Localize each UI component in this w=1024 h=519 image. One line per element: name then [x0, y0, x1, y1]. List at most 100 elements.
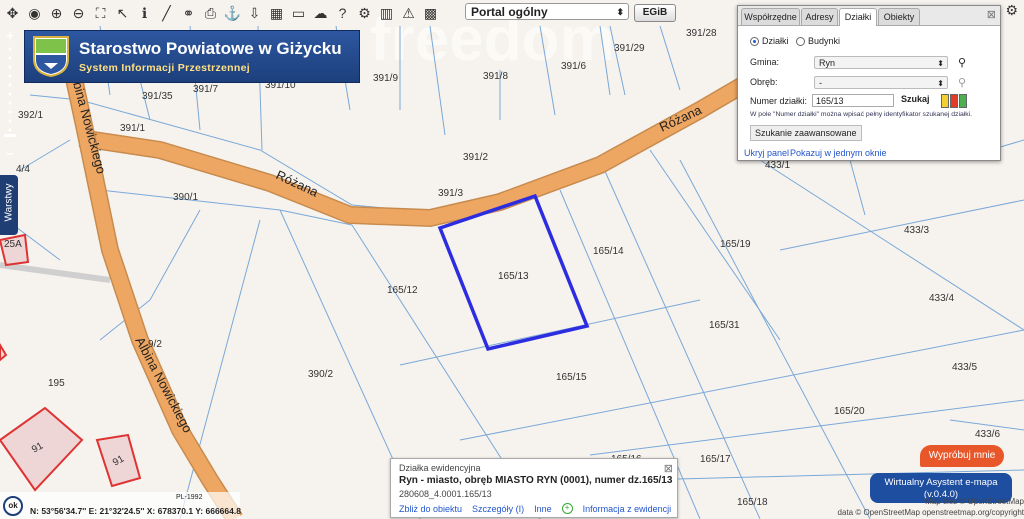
radio-budynki[interactable]: Budynki: [796, 36, 840, 46]
download-icon[interactable]: ⇩: [244, 2, 265, 24]
parcel-label: 165/20: [834, 406, 865, 417]
attribution-line2[interactable]: data © OpenStreetMap openstreetmap.org/c…: [836, 507, 1024, 518]
zoom-to-object-link[interactable]: Zbliż do obiektu: [399, 504, 462, 514]
zoom-out-icon[interactable]: ⊖: [68, 2, 89, 24]
tab-adresy[interactable]: Adresy: [801, 8, 838, 25]
info-main-text: Ryn - miasto, obręb MIASTO RYN (0001), n…: [399, 475, 673, 486]
info-title: Działka ewidencyjna: [399, 463, 481, 473]
zoom-minus-icon[interactable]: −: [2, 146, 18, 161]
gmina-select[interactable]: Ryn ⬍: [814, 56, 948, 69]
info-popup: ⊠ Działka ewidencyjna Ryn - miasto, obrę…: [390, 458, 678, 518]
coordinate-bar: ok PL-1992 N: 53°56'34.7'' E: 21°32'24.5…: [0, 492, 241, 519]
tab-obiekty[interactable]: Obiekty: [878, 8, 920, 25]
search-icon[interactable]: ⚲: [958, 76, 966, 89]
parcel-label: 165/14: [593, 246, 624, 257]
try-me-button[interactable]: Wypróbuj mnie: [920, 445, 1004, 467]
obreb-select-value: -: [819, 78, 822, 88]
coordinate-readout: N: 53°56'34.7'' E: 21°32'24.5'' X: 67837…: [30, 506, 241, 516]
globe-icon[interactable]: ◉: [24, 2, 45, 24]
options-icon[interactable]: ⚙: [1005, 2, 1018, 19]
obreb-label: Obręb:: [750, 77, 778, 87]
layers-tab[interactable]: Warstwy: [0, 175, 18, 235]
parcel-label: 433/6: [975, 429, 1000, 440]
parcel-label: 391/1: [120, 123, 145, 134]
anchor-icon[interactable]: ⚓: [222, 2, 243, 24]
register-info-link[interactable]: Informacja z ewidencji: [583, 504, 672, 514]
parcel-label: 165/17: [700, 454, 731, 465]
logo-title: Starostwo Powiatowe w Giżycku: [79, 39, 342, 58]
hint-text: W pole "Numer działki" można wpisać pełn…: [750, 111, 973, 118]
parcel-label: 25A: [4, 239, 22, 250]
zoom-in-icon[interactable]: ⊕: [46, 2, 67, 24]
color-swatch[interactable]: [950, 94, 958, 108]
cloud-icon[interactable]: ☁: [310, 2, 331, 24]
color-swatch[interactable]: [959, 94, 967, 108]
search-panel: Współrzędne Adresy Działki Obiekty ⊠ Dzi…: [737, 5, 1001, 161]
measure-icon[interactable]: ╱: [156, 2, 177, 24]
color-picker[interactable]: [941, 94, 968, 108]
parcel-label: 391/35: [142, 91, 173, 102]
parcel-label: 391/2: [463, 152, 488, 163]
gmina-label: Gmina:: [750, 57, 780, 67]
info-links: Zbliż do obiektu Szczegóły (I) Inne + In…: [399, 503, 671, 514]
zoom-extent-icon[interactable]: ⛶: [90, 2, 111, 24]
plus-icon[interactable]: +: [561, 503, 573, 514]
hide-panel-link[interactable]: Ukryj panel: [744, 148, 789, 158]
info-identifier: 280608_4.0001.165/13: [399, 489, 492, 499]
chevron-down-icon: ⬍: [616, 7, 624, 17]
parcel-label: 433/1: [765, 160, 790, 171]
parcel-label: 391/29: [614, 43, 645, 54]
crest-icon: [33, 36, 69, 77]
comment-icon[interactable]: ▭: [288, 2, 309, 24]
other-link[interactable]: Inne: [534, 504, 552, 514]
crs-select[interactable]: PL-1992: [176, 494, 202, 501]
parcel-label: 165/18: [737, 497, 768, 508]
pan-icon[interactable]: ✥: [2, 2, 23, 24]
settings-gear-icon[interactable]: ⚙: [354, 2, 375, 24]
info-main: Ryn - miasto, obręb MIASTO RYN (0001), n…: [399, 475, 672, 486]
help-icon[interactable]: ?: [332, 2, 353, 24]
print-icon[interactable]: ⎙: [200, 2, 221, 24]
obreb-select[interactable]: - ⬍: [814, 76, 948, 89]
parcel-label: 165/19: [720, 239, 751, 250]
parcel-label: 391/28: [686, 28, 717, 39]
parcel-label: 165/15: [556, 372, 587, 383]
link-icon[interactable]: ⚭: [178, 2, 199, 24]
chart-icon[interactable]: ▥: [376, 2, 397, 24]
close-icon[interactable]: ⊠: [987, 8, 996, 21]
logo-banner: Starostwo Powiatowe w Giżycku System Inf…: [24, 30, 360, 83]
portal-select[interactable]: Portal ogólny ⬍: [465, 3, 629, 20]
parcel-label: 165/12: [387, 285, 418, 296]
grid-icon[interactable]: ▩: [420, 2, 441, 24]
parcel-label: 433/3: [904, 225, 929, 236]
gmina-select-value: Ryn: [819, 58, 836, 68]
egib-button[interactable]: EGiB: [634, 4, 676, 22]
cursor-icon[interactable]: ↖: [112, 2, 133, 24]
zoom-slider[interactable]: [2, 43, 18, 143]
zoom-plus-icon[interactable]: +: [2, 28, 18, 43]
advanced-search-button[interactable]: Szukanie zaawansowane: [750, 125, 862, 141]
parcel-label: 195: [48, 378, 65, 389]
szukaj-button[interactable]: Szukaj: [901, 94, 930, 104]
layout-icon[interactable]: ▦: [266, 2, 287, 24]
warning-icon[interactable]: ⚠: [398, 2, 419, 24]
numer-label: Numer działki:: [750, 96, 808, 106]
ok-button[interactable]: ok: [3, 496, 23, 516]
parcel-label: 4/4: [16, 164, 30, 175]
info-icon[interactable]: ℹ: [134, 2, 155, 24]
parcel-label: 433/5: [952, 362, 977, 373]
radio-dzialki[interactable]: Działki: [750, 36, 789, 46]
tab-dzialki[interactable]: Działki: [839, 8, 877, 26]
parcel-label: 390/2: [308, 369, 333, 380]
search-tabs: Współrzędne Adresy Działki Obiekty ⊠: [738, 6, 1000, 26]
show-one-window-link[interactable]: Pokazuj w jednym oknie: [790, 148, 887, 158]
search-icon[interactable]: ⚲: [958, 56, 966, 69]
tab-wspolrzedne[interactable]: Współrzędne: [741, 8, 800, 25]
details-link[interactable]: Szczegóły (I): [472, 504, 524, 514]
color-swatch[interactable]: [941, 94, 949, 108]
chevron-icon: ⬍: [937, 79, 944, 88]
close-icon[interactable]: ⊠: [664, 462, 673, 475]
numer-dzialki-input[interactable]: 165/13: [812, 94, 894, 107]
parcel-label: 433/4: [929, 293, 954, 304]
parcel-label: 391/6: [561, 61, 586, 72]
